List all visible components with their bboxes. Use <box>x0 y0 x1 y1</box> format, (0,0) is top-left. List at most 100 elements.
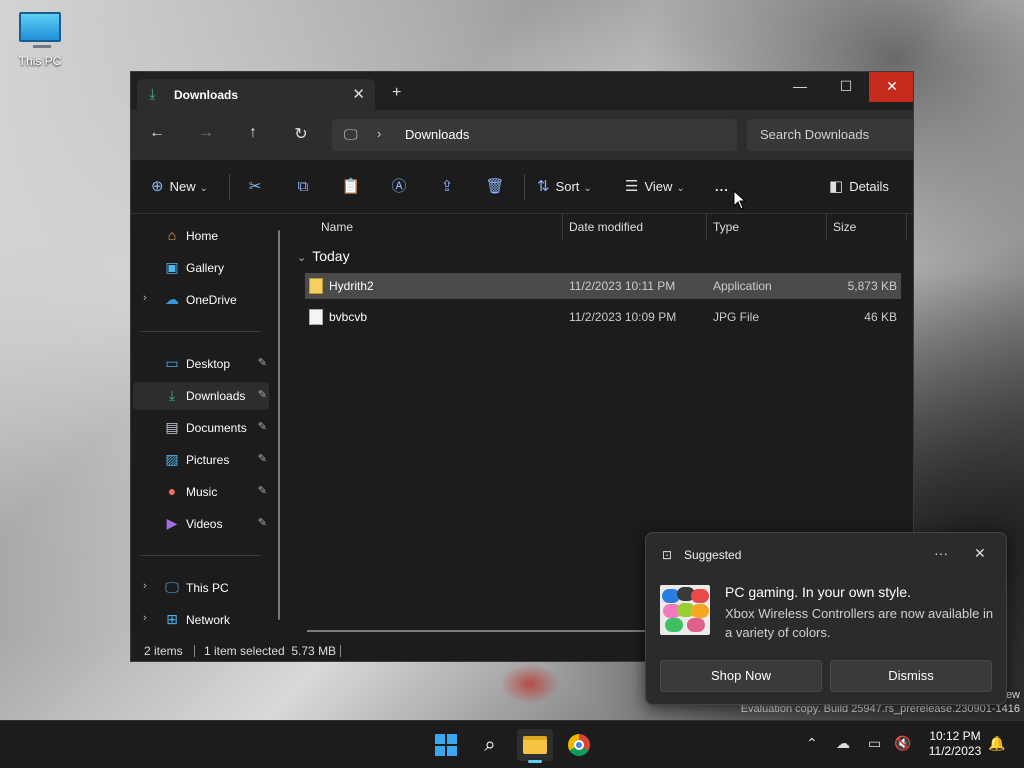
application-icon <box>309 278 323 294</box>
address-bar[interactable]: 🖵 › Downloads <box>332 119 737 151</box>
pin-icon: ✎ <box>257 517 267 529</box>
nav-item-network[interactable]: › ⊞ Network <box>133 606 269 634</box>
nav-item-documents[interactable]: ▤ Documents ✎ <box>133 414 269 442</box>
dismiss-button[interactable]: Dismiss <box>830 660 992 692</box>
shop-now-button[interactable]: Shop Now <box>660 660 822 692</box>
chevron-right-icon[interactable]: › <box>377 126 381 141</box>
desktop-icon-this-pc[interactable]: This PC <box>12 10 68 68</box>
file-row[interactable]: Hydrith2 11/2/2023 10:11 PM Application … <box>305 273 901 299</box>
horizontal-scrollbar[interactable] <box>307 630 647 632</box>
cut-icon[interactable]: ✂ <box>241 176 269 198</box>
toast-title: PC gaming. In your own style. <box>725 584 911 600</box>
nav-label: Documents <box>186 421 247 435</box>
file-date: 11/2/2023 10:11 PM <box>569 279 676 293</box>
file-type: JPG File <box>713 310 760 324</box>
notification-bell-icon[interactable]: 🔔 <box>988 735 1005 752</box>
nav-item-this-pc[interactable]: › 🖵 This PC <box>133 574 269 602</box>
nav-item-downloads[interactable]: ⤓ Downloads ✎ <box>133 382 269 410</box>
address-toolbar: ← → ↑ ↻ 🖵 › Downloads Search Downloads <box>131 110 913 160</box>
column-header-name[interactable]: Name <box>321 214 353 240</box>
forward-button[interactable]: → <box>194 124 218 142</box>
file-date: 11/2/2023 10:09 PM <box>569 310 677 324</box>
chevron-right-icon[interactable]: › <box>143 612 147 624</box>
start-button[interactable] <box>428 729 464 761</box>
up-button[interactable]: ↑ <box>241 124 265 142</box>
nav-label: Network <box>186 613 231 627</box>
mouse-cursor <box>733 190 745 210</box>
tab-downloads[interactable]: ⤓ Downloads ✕ <box>137 79 375 110</box>
column-header-size[interactable]: Size <box>833 214 856 240</box>
sort-label: Sort <box>555 179 580 194</box>
nav-divider <box>141 331 261 332</box>
copy-icon[interactable]: ⧉ <box>289 176 317 198</box>
refresh-button[interactable]: ↻ <box>289 124 313 144</box>
maximize-button[interactable]: ☐ <box>823 72 869 102</box>
paste-icon[interactable]: 📋 <box>337 176 365 198</box>
column-divider[interactable] <box>562 214 563 240</box>
nav-scrollbar[interactable] <box>278 230 280 620</box>
more-icon[interactable]: ··· <box>934 545 948 561</box>
divider <box>229 174 230 200</box>
new-button[interactable]: ⊕ New ⌄ <box>151 176 208 198</box>
column-divider[interactable] <box>906 214 907 240</box>
details-button[interactable]: ◧ Details <box>829 176 889 198</box>
nav-label: This PC <box>186 581 229 595</box>
nav-item-gallery[interactable]: ▣ Gallery <box>133 254 269 282</box>
download-icon: ⤓ <box>168 387 176 403</box>
column-header-type[interactable]: Type <box>713 214 739 240</box>
file-row[interactable]: bvbcvb 11/2/2023 10:09 PM JPG File 46 KB <box>305 304 901 330</box>
close-window-button[interactable]: ✕ <box>869 72 913 102</box>
file-size: 5,873 KB <box>847 279 897 293</box>
navigation-pane: ⌂ Home ▣ Gallery › ☁ OneDrive ▭ Desktop … <box>131 214 289 639</box>
divider <box>524 174 525 200</box>
pictures-icon: ▨ <box>165 451 179 467</box>
chrome-taskbar-button[interactable] <box>561 729 597 761</box>
back-button[interactable]: ← <box>145 124 169 142</box>
network-status-icon[interactable]: ▭ <box>868 735 881 752</box>
nav-item-onedrive[interactable]: › ☁ OneDrive <box>133 286 269 314</box>
file-name: Hydrith2 <box>329 279 374 293</box>
file-explorer-taskbar-button[interactable] <box>517 729 553 763</box>
cloud-offline-icon[interactable]: ☁ <box>836 735 850 752</box>
new-tab-button[interactable]: + <box>392 84 401 102</box>
share-icon[interactable]: ⇪ <box>433 176 461 198</box>
clock[interactable]: 10:12 PM 11/2/2023 <box>920 729 990 759</box>
column-divider[interactable] <box>826 214 827 240</box>
pin-icon: ✎ <box>257 357 267 369</box>
item-count: 2 items <box>144 644 183 658</box>
nav-label: Desktop <box>186 357 231 371</box>
delete-icon[interactable]: 🗑 <box>481 176 509 198</box>
notification-toast: ⊡ Suggested ··· ✕ PC gaming. In your own… <box>645 532 1007 705</box>
search-button[interactable]: ⌕ <box>472 729 508 761</box>
status-divider <box>194 645 195 657</box>
taskbar: ⌕ ⌃ ☁ ▭ 🔇 10:12 PM 11/2/2023 🔔 <box>0 720 1024 768</box>
nav-item-desktop[interactable]: ▭ Desktop ✎ <box>133 350 269 378</box>
onedrive-icon: ☁ <box>165 291 179 307</box>
rename-icon[interactable]: Ⓐ <box>385 176 413 198</box>
chevron-right-icon[interactable]: › <box>143 292 147 304</box>
nav-item-home[interactable]: ⌂ Home <box>133 222 269 250</box>
volume-muted-icon[interactable]: 🔇 <box>894 735 911 752</box>
sort-button[interactable]: ⇅ Sort ⌄ <box>537 176 592 198</box>
column-divider[interactable] <box>706 214 707 240</box>
column-header-date[interactable]: Date modified <box>569 214 643 240</box>
nav-divider <box>141 555 261 556</box>
minimize-button[interactable]: — <box>777 72 823 102</box>
chevron-up-icon[interactable]: ⌃ <box>806 735 818 752</box>
close-tab-icon[interactable]: ✕ <box>352 85 365 103</box>
nav-label: Videos <box>186 517 223 531</box>
nav-item-music[interactable]: ● Music ✎ <box>133 478 269 506</box>
nav-label: Gallery <box>186 261 225 275</box>
search-input[interactable]: Search Downloads <box>747 119 913 151</box>
group-header-today[interactable]: ⌄ Today <box>297 248 350 264</box>
home-icon: ⌂ <box>167 227 177 243</box>
chevron-right-icon[interactable]: › <box>143 580 147 592</box>
new-label: New <box>169 179 196 194</box>
nav-item-pictures[interactable]: ▨ Pictures ✎ <box>133 446 269 474</box>
breadcrumb[interactable]: Downloads <box>405 127 469 142</box>
close-icon[interactable]: ✕ <box>974 545 986 562</box>
view-button[interactable]: ☰ View ⌄ <box>625 176 685 198</box>
nav-item-videos[interactable]: ▶ Videos ✎ <box>133 510 269 538</box>
pc-icon: 🖵 <box>165 579 179 595</box>
more-options-button[interactable]: ... <box>715 176 729 198</box>
